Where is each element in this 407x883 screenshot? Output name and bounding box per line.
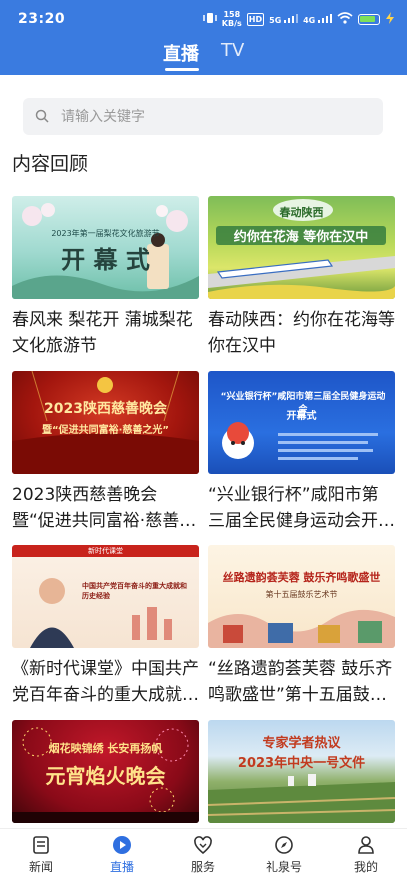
card-title[interactable]: 2023陕西慈善晚会暨“促进共同富裕·慈善之光”慈善颁奖典礼 [12, 482, 199, 534]
nav-label: 直播 [109, 860, 134, 874]
live-icon [113, 836, 131, 854]
news-icon [33, 836, 49, 854]
hd-badge: HD [246, 12, 265, 26]
card-thumbnail[interactable]: “兴业银行杯”咸阳市第三届全民健身运动会 开幕式 [208, 371, 395, 474]
thumb-subtitle: 开幕式 [286, 411, 317, 422]
thumb-subtitle: 烟花映锦绣 长安再扬帆 [48, 742, 163, 755]
app-header: 23:20 158 KB/s HD 5G 4G 直播 TV [0, 0, 407, 75]
thumb-heading: 丝路遗韵荟芙蓉 鼓乐齐鸣歌盛世 [222, 571, 381, 584]
section-title: 内容回顾 [12, 153, 89, 175]
nav-item-live[interactable]: 直播 [92, 835, 152, 875]
card-thumbnail[interactable]: 春动陕西 约你在花海 等你在汉中 [208, 196, 395, 299]
content-card[interactable]: 2023陕西慈善晚会 暨“促进共同富裕·慈善之光” 2023陕西慈善晚会暨“促进… [12, 371, 199, 534]
signal-5g-icon: 5G [269, 13, 299, 25]
nav-label: 服务 [190, 860, 215, 874]
card-title[interactable]: “丝路遗韵荟芙蓉 鼓乐齐鸣歌盛世”第十五届鼓乐艺术节 [208, 656, 395, 708]
active-tab-indicator [165, 68, 199, 71]
compass-icon [275, 836, 293, 854]
thumb-subtitle: 2023年第一届梨花文化旅游节 [51, 229, 160, 238]
service-icon [194, 836, 212, 855]
content-card[interactable]: 专家学者热议 2023年中央一号文件 [208, 720, 395, 823]
status-icons: 158 KB/s HD 5G 4G [203, 9, 395, 29]
net-speed: 158 KB/s [221, 10, 242, 28]
content-card[interactable]: 新时代课堂 中国共产党百年奋斗的重大成就和历史经验 《新时代课堂》中国共产党百年… [12, 545, 199, 708]
content-card[interactable]: 2023年第一届梨花文化旅游节 开 幕 式 春风来 梨花开 蒲城梨花文化旅游节 [12, 196, 199, 359]
thumb-heading: 约你在花海 等你在汉中 [216, 226, 386, 245]
thumb-subtitle: 专家学者热议 [262, 736, 341, 751]
nav-item-news[interactable]: 新闻 [11, 835, 71, 875]
charging-icon [385, 12, 395, 26]
tab-tv[interactable]: TV [221, 40, 244, 61]
nav-label: 新闻 [28, 860, 53, 874]
nav-label: 礼泉号 [265, 860, 302, 874]
profile-icon [358, 836, 374, 854]
thumb-heading: 元宵焰火晚会 [45, 764, 166, 788]
thumb-subtitle: 春动陕西 [279, 206, 324, 219]
thumb-heading: 2023陕西慈善晚会 [44, 401, 167, 417]
nav-item-service[interactable]: 服务 [173, 835, 233, 875]
thumb-subtitle: 新时代课堂 [88, 547, 123, 555]
nav-item-profile[interactable]: 我的 [336, 835, 396, 875]
card-thumbnail[interactable]: 丝路遗韵荟芙蓉 鼓乐齐鸣歌盛世 第十五届鼓乐艺术节 [208, 545, 395, 648]
card-thumbnail[interactable]: 2023陕西慈善晚会 暨“促进共同富裕·慈善之光” [12, 371, 199, 474]
battery-icon [358, 13, 380, 25]
thumb-heading: 中国共产党百年奋斗的重大成就和历史经验 [82, 582, 187, 600]
card-thumbnail[interactable]: 新时代课堂 中国共产党百年奋斗的重大成就和历史经验 [12, 545, 199, 648]
nav-label: 我的 [353, 860, 378, 874]
search-input[interactable] [61, 98, 361, 135]
content-card[interactable]: 烟花映锦绣 长安再扬帆 元宵焰火晚会 [12, 720, 199, 823]
status-bar: 23:20 158 KB/s HD 5G 4G [0, 0, 407, 38]
search-icon [35, 109, 49, 123]
card-title[interactable]: 春风来 梨花开 蒲城梨花文化旅游节 [12, 307, 199, 359]
card-title[interactable]: 春动陕西：约你在花海等你在汉中 [208, 307, 395, 359]
search-bar[interactable] [23, 98, 383, 135]
top-tabs: 直播 TV [0, 38, 407, 75]
vibrate-icon [203, 12, 217, 26]
status-time: 23:20 [18, 11, 66, 27]
card-thumbnail[interactable]: 专家学者热议 2023年中央一号文件 [208, 720, 395, 823]
thumb-heading: 2023年中央一号文件 [237, 756, 366, 771]
content-card[interactable]: 丝路遗韵荟芙蓉 鼓乐齐鸣歌盛世 第十五届鼓乐艺术节 “丝路遗韵荟芙蓉 鼓乐齐鸣歌… [208, 545, 395, 708]
content-card[interactable]: “兴业银行杯”咸阳市第三届全民健身运动会 开幕式 “兴业银行杯”咸阳市第三届全民… [208, 371, 395, 534]
card-title[interactable]: 《新时代课堂》中国共产党百年奋斗的重大成就和历史经验 [12, 656, 199, 708]
wifi-icon [337, 12, 353, 26]
card-thumbnail[interactable]: 烟花映锦绣 长安再扬帆 元宵焰火晚会 [12, 720, 199, 823]
thumb-subtitle: 第十五届鼓乐艺术节 [265, 590, 338, 599]
mascot-illustration [222, 422, 378, 460]
card-thumbnail[interactable]: 2023年第一届梨花文化旅游节 开 幕 式 [12, 196, 199, 299]
content-card[interactable]: 春动陕西 约你在花海 等你在汉中 春动陕西：约你在花海等你在汉中 [208, 196, 395, 359]
nav-item-liquan[interactable]: 礼泉号 [254, 835, 314, 875]
thumb-subtitle: 暨“促进共同富裕·慈善之光” [42, 425, 169, 436]
card-title[interactable]: “兴业银行杯”咸阳市第三届全民健身运动会开幕式 [208, 482, 395, 534]
tab-live[interactable]: 直播 [163, 40, 199, 66]
bottom-nav: 新闻 直播 服务 礼泉号 我的 [0, 828, 407, 883]
thumb-heading: 开 幕 式 [61, 246, 150, 274]
signal-4g-icon: 4G [303, 13, 332, 25]
